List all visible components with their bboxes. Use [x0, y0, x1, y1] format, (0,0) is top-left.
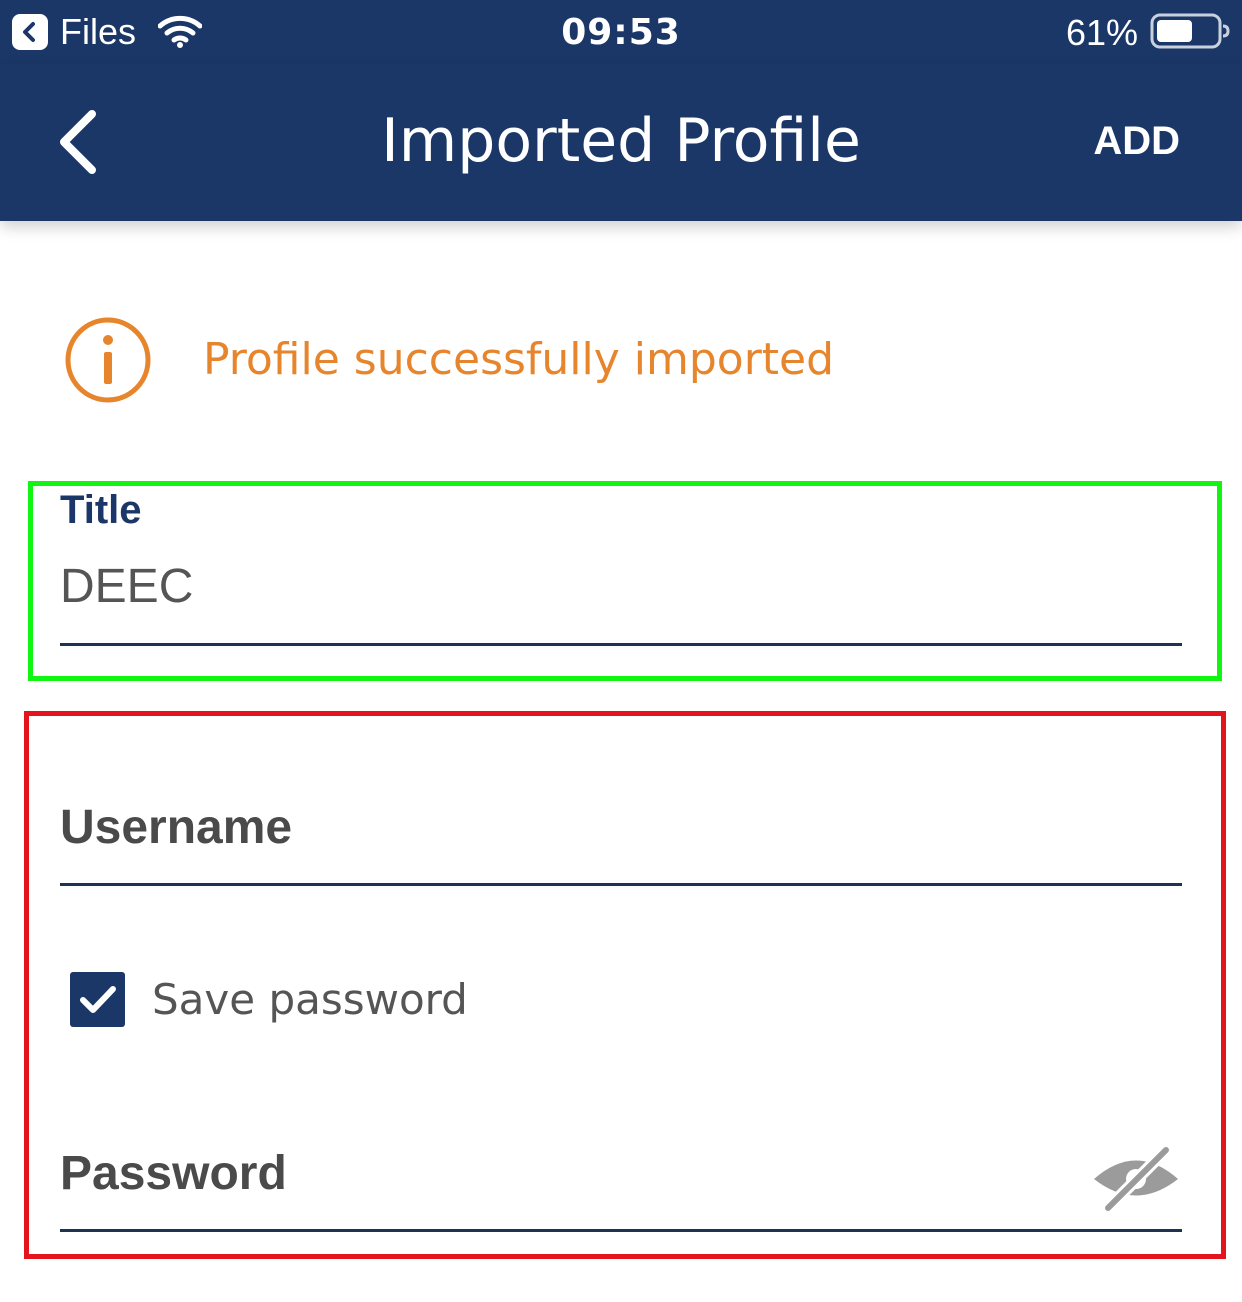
navigation-bar: Imported Profile ADD: [0, 64, 1242, 221]
battery-percent: 61%: [1065, 12, 1138, 53]
eye-slash-icon[interactable]: [1090, 1144, 1182, 1214]
add-button[interactable]: ADD: [1093, 118, 1180, 164]
save-password-checkbox[interactable]: [70, 972, 125, 1027]
highlight-box-green: [28, 481, 1222, 681]
import-success-message: Profile successfully imported: [203, 334, 835, 385]
info-icon: [64, 316, 152, 409]
imported-profile-screen: Files 09:53 61% Imported Profile ADD Pro…: [0, 0, 1242, 1302]
page-title: Imported Profile: [381, 106, 861, 176]
checkmark-icon: [80, 986, 116, 1013]
password-input-underline: [60, 1229, 1182, 1232]
status-bar: Files 09:53 61%: [0, 0, 1242, 64]
status-time: 09:53: [561, 12, 681, 53]
password-input[interactable]: Password: [60, 1146, 1060, 1206]
username-input-underline: [60, 883, 1182, 886]
save-password-label[interactable]: Save password: [152, 976, 468, 1024]
title-input-underline: [60, 643, 1182, 646]
title-input[interactable]: DEEC: [60, 560, 193, 614]
username-input[interactable]: Username: [60, 800, 1182, 860]
title-field-label: Title: [60, 488, 142, 532]
battery-icon: [1150, 12, 1230, 55]
